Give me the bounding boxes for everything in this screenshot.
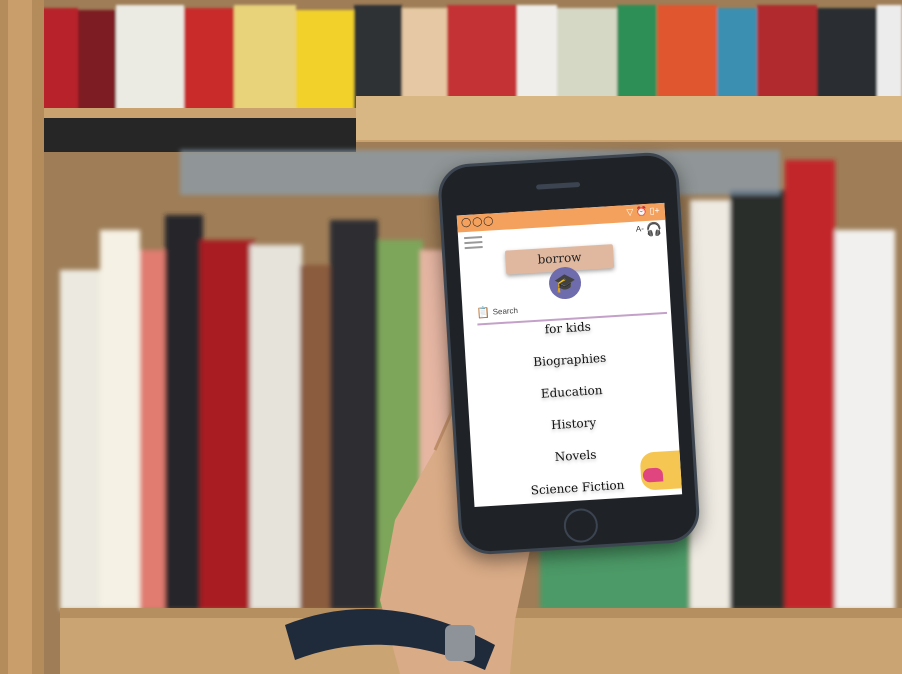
graduation-cap-icon[interactable]: 🎓 [548, 266, 582, 301]
font-size-button[interactable]: A- [636, 224, 645, 233]
phone-speaker [535, 181, 581, 190]
category-item-history[interactable]: History [469, 410, 677, 437]
status-left-icons: ◯◯◯ [460, 215, 495, 228]
status-bar: ◯◯◯ ▽ ⏰ ▯+ [456, 202, 666, 233]
photo-scene: ◯◯◯ ▽ ⏰ ▯+ A- 🎧 borrow 🎓 📋 Search for ki… [0, 0, 902, 674]
clipboard-icon: 📋 [476, 306, 491, 320]
category-item-education[interactable]: Education [467, 379, 675, 406]
phone-body: ◯◯◯ ▽ ⏰ ▯+ A- 🎧 borrow 🎓 📋 Search for ki… [436, 150, 702, 556]
app-screen: ◯◯◯ ▽ ⏰ ▯+ A- 🎧 borrow 🎓 📋 Search for ki… [456, 202, 683, 508]
status-right-icons: ▽ ⏰ ▯+ [626, 205, 661, 218]
category-item-biographies[interactable]: Biographies [465, 347, 673, 374]
decorative-pink-shape [642, 467, 664, 483]
wristwatch-illustration [285, 609, 495, 670]
home-button[interactable] [562, 507, 599, 544]
smartphone: ◯◯◯ ▽ ⏰ ▯+ A- 🎧 borrow 🎓 📋 Search for ki… [436, 150, 705, 556]
search-label[interactable]: Search [492, 306, 518, 317]
menu-icon[interactable] [464, 236, 483, 250]
headset-icon[interactable]: 🎧 [645, 221, 662, 238]
